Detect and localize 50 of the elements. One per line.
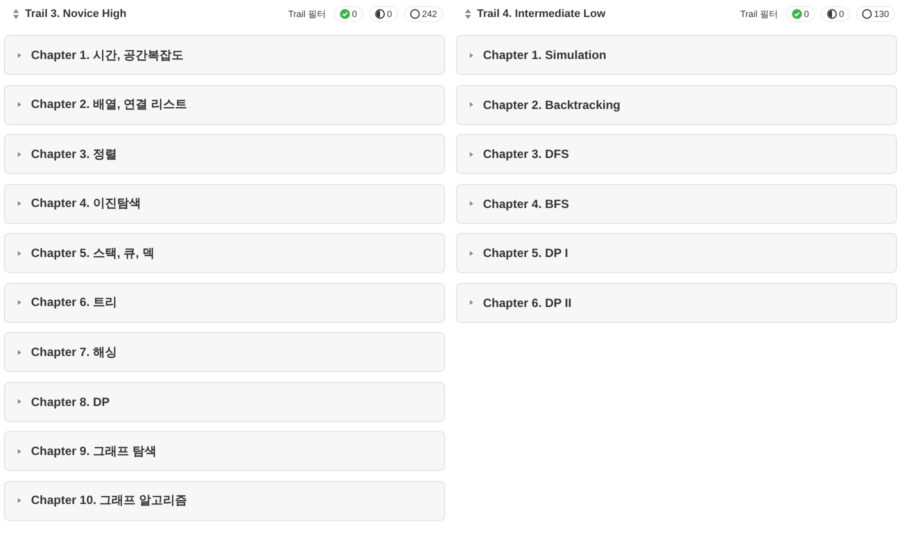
chapter-item[interactable]: Chapter 10. 그래프 알고리즘 [4,480,445,520]
chapter-title: Chapter 4. 이진탐색 [31,195,142,212]
chapter-title: Chapter 2. 배열, 연결 리스트 [31,96,188,113]
chapter-item[interactable]: Chapter 7. 해싱 [4,332,445,372]
trail-title: Trail 3. Novice High [25,8,128,20]
check-circle-icon [792,9,802,19]
chapter-item[interactable]: Chapter 4. 이진탐색 [4,184,445,224]
circle-icon [410,9,420,19]
chapter-title: Chapter 4. BFS [483,196,570,210]
circle-icon [862,9,872,19]
trail-title: Trail 4. Intermediate Low [477,8,606,20]
chapter-item[interactable]: Chapter 1. Simulation [456,35,897,75]
filter-button[interactable]: 0 [368,6,398,22]
check-circle-icon [340,9,350,19]
half-circle-icon [826,9,837,19]
filter-label: Trail 필터 [288,8,326,20]
chapter-item[interactable]: Chapter 6. 트리 [4,282,445,322]
filter-button[interactable]: 0 [334,6,363,22]
chapter-title: Chapter 3. 정렬 [31,146,118,162]
chapter-item[interactable]: Chapter 4. BFS [456,184,897,224]
chapter-title: Chapter 1. 시간, 공간복잡도 [31,46,184,64]
chapter-item[interactable]: Chapter 5. DP I [456,233,897,273]
chapter-title: Chapter 8. DP [31,394,110,408]
chapter-title: Chapter 6. 트리 [31,294,118,311]
chapter-title: Chapter 5. 스택, 큐, 덱 [31,244,154,262]
half-circle-icon [374,9,385,19]
filter-button[interactable]: 0 [820,6,850,22]
chapter-item[interactable]: Chapter 6. DP II [456,282,897,322]
chapter-title: Chapter 3. DFS [483,147,570,161]
chapter-title: Chapter 10. 그래프 알고리즘 [31,492,188,509]
chapter-item[interactable]: Chapter 2. Backtracking [456,84,897,124]
chapter-item[interactable]: Chapter 1. 시간, 공간복잡도 [4,35,445,75]
sort-icon[interactable] [465,9,471,19]
filter-label: Trail 필터 [740,8,778,20]
filter-button[interactable]: 130 [856,6,895,22]
chapter-title: Chapter 1. Simulation [483,48,606,62]
chapter-item[interactable]: Chapter 3. 정렬 [4,134,445,174]
chapter-title: Chapter 2. Backtracking [483,98,620,112]
filter-button[interactable]: 0 [786,6,815,22]
chapter-item[interactable]: Chapter 9. 그래프 탐색 [4,431,445,471]
sort-icon[interactable] [13,9,19,19]
chapter-item[interactable]: Chapter 2. 배열, 연결 리스트 [4,84,445,124]
chapter-title: Chapter 7. 해싱 [31,344,118,360]
chapter-title: Chapter 9. 그래프 탐색 [31,442,156,460]
filter-button[interactable]: 242 [404,6,443,22]
chapter-title: Chapter 5. DP I [483,246,568,260]
chapter-item[interactable]: Chapter 3. DFS [456,134,897,174]
chapter-item[interactable]: Chapter 8. DP [4,382,445,422]
chapter-item[interactable]: Chapter 5. 스택, 큐, 덱 [4,233,445,273]
chapter-title: Chapter 6. DP II [483,296,572,310]
